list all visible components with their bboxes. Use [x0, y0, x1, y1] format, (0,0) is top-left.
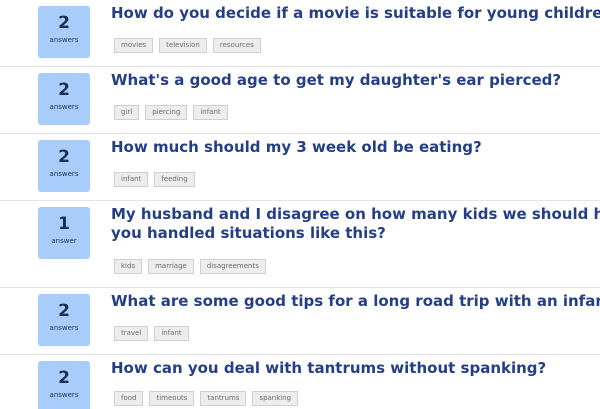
answer-count-label: answers [49, 170, 79, 178]
tag[interactable]: girl [114, 105, 140, 120]
question-item: 2 answers How can you deal with tantrums… [0, 355, 600, 409]
answer-count-box: 1 answer [38, 207, 90, 259]
answer-count: 2 [58, 80, 70, 100]
tag[interactable]: marriage [148, 259, 194, 274]
tag-list: infant feeding [114, 172, 195, 187]
tag-list: kids marriage disagreements [114, 259, 266, 274]
answer-count: 2 [58, 13, 70, 33]
question-title-link[interactable]: What are some good tips for a long road … [111, 292, 600, 311]
tag[interactable]: infant [193, 105, 228, 120]
tag[interactable]: resources [212, 38, 261, 53]
answer-count-box: 2 answers [38, 294, 90, 346]
tag[interactable]: piercing [145, 105, 188, 120]
question-item: 2 answers How much should my 3 week old … [0, 134, 600, 201]
tag[interactable]: tantrums [200, 391, 247, 406]
answer-count: 1 [58, 214, 70, 234]
question-list: 2 answers How do you decide if a movie i… [0, 0, 600, 409]
answer-count-label: answers [49, 324, 79, 332]
question-item: 2 answers How do you decide if a movie i… [0, 0, 600, 67]
tag[interactable]: feeding [154, 172, 195, 187]
answer-count: 2 [58, 301, 70, 321]
answer-count-box: 2 answers [38, 140, 90, 192]
answer-count-label: answers [49, 391, 79, 399]
answer-count-box: 2 answers [38, 6, 90, 58]
question-item: 2 answers What's a good age to get my da… [0, 67, 600, 134]
answer-count-label: answers [49, 103, 79, 111]
tag[interactable]: kids [114, 259, 143, 274]
tag[interactable]: infant [154, 326, 189, 341]
tag[interactable]: travel [114, 326, 149, 341]
tag[interactable]: timeouts [149, 391, 195, 406]
tag[interactable]: movies [114, 38, 154, 53]
tag[interactable]: food [114, 391, 144, 406]
tag-list: girl piercing infant [114, 105, 228, 120]
answer-count: 2 [58, 147, 70, 167]
question-title-link[interactable]: How much should my 3 week old be eating? [111, 138, 600, 157]
answer-count: 2 [58, 368, 70, 388]
answer-count-label: answer [51, 237, 77, 245]
question-item: 1 answer My husband and I disagree on ho… [0, 201, 600, 288]
question-title-link[interactable]: How do you decide if a movie is suitable… [111, 4, 600, 23]
question-title-link[interactable]: My husband and I disagree on how many ki… [111, 205, 600, 243]
tag-list: food timeouts tantrums spanking [114, 391, 299, 406]
answer-count-label: answers [49, 36, 79, 44]
question-item: 2 answers What are some good tips for a … [0, 288, 600, 355]
tag[interactable]: disagreements [199, 259, 266, 274]
tag-list: travel infant [114, 326, 189, 341]
tag[interactable]: television [159, 38, 207, 53]
answer-count-box: 2 answers [38, 361, 90, 409]
tag-list: movies television resources [114, 38, 261, 53]
question-title-link[interactable]: What's a good age to get my daughter's e… [111, 71, 600, 90]
tag[interactable]: infant [114, 172, 149, 187]
answer-count-box: 2 answers [38, 73, 90, 125]
tag[interactable]: spanking [252, 391, 299, 406]
question-title-link[interactable]: How can you deal with tantrums without s… [111, 359, 600, 378]
